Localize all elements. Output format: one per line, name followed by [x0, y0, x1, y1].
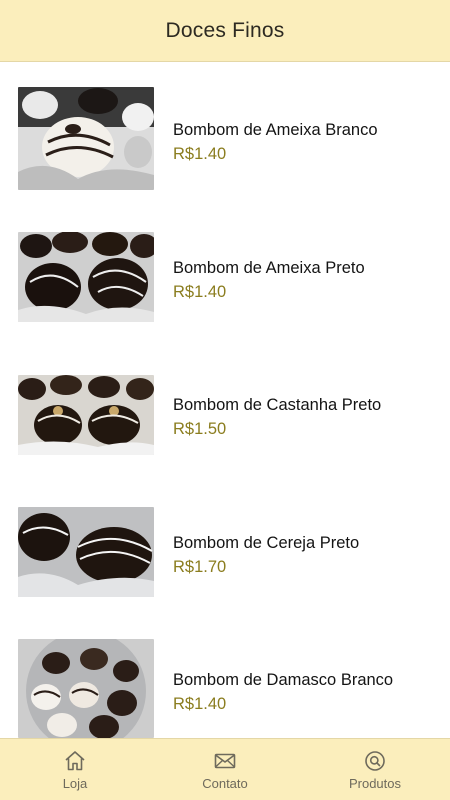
product-item-damasco-branco[interactable]: Bombom de Damasco Branco R$1.40: [0, 639, 450, 738]
tab-label: Loja: [62, 776, 88, 791]
product-price: R$1.40: [173, 695, 227, 713]
tab-label: Produtos: [348, 776, 402, 791]
tab-produtos[interactable]: Produtos: [300, 739, 450, 800]
product-price: R$1.50: [173, 420, 227, 438]
product-item-cereja-preto[interactable]: Bombom de Cereja Preto R$1.70: [0, 507, 450, 611]
product-list[interactable]: Bombom de Ameixa Branco R$1.40 Bombom de…: [0, 62, 450, 738]
product-image: [18, 507, 154, 597]
tab-label: Contato: [202, 776, 248, 791]
tab-loja[interactable]: Loja: [0, 739, 150, 800]
product-item-castanha-preto[interactable]: Bombom de Castanha Preto R$1.50: [0, 375, 450, 479]
product-name: Bombom de Damasco Branco: [173, 671, 394, 689]
product-image: [18, 232, 154, 322]
product-item-ameixa-branco[interactable]: Bombom de Ameixa Branco R$1.40: [0, 87, 450, 191]
product-image: [18, 87, 154, 190]
search-icon: [365, 751, 385, 771]
app-header: Doces Finos: [0, 0, 450, 62]
bottom-tab-bar: Loja Contato Produtos: [0, 738, 450, 800]
product-image: [18, 639, 154, 738]
product-name: Bombom de Cereja Preto: [173, 534, 360, 552]
product-name: Bombom de Ameixa Preto: [173, 259, 365, 277]
product-name: Bombom de Castanha Preto: [173, 396, 382, 414]
product-image: [18, 375, 154, 455]
product-price: R$1.40: [173, 145, 227, 163]
product-price: R$1.40: [173, 283, 227, 301]
page-title: Doces Finos: [165, 18, 285, 42]
home-icon: [65, 751, 85, 771]
product-price: R$1.70: [173, 558, 227, 576]
product-item-ameixa-preto[interactable]: Bombom de Ameixa Preto R$1.40: [0, 232, 450, 336]
mail-icon: [214, 753, 236, 769]
product-name: Bombom de Ameixa Branco: [173, 121, 378, 139]
tab-contato[interactable]: Contato: [150, 739, 300, 800]
